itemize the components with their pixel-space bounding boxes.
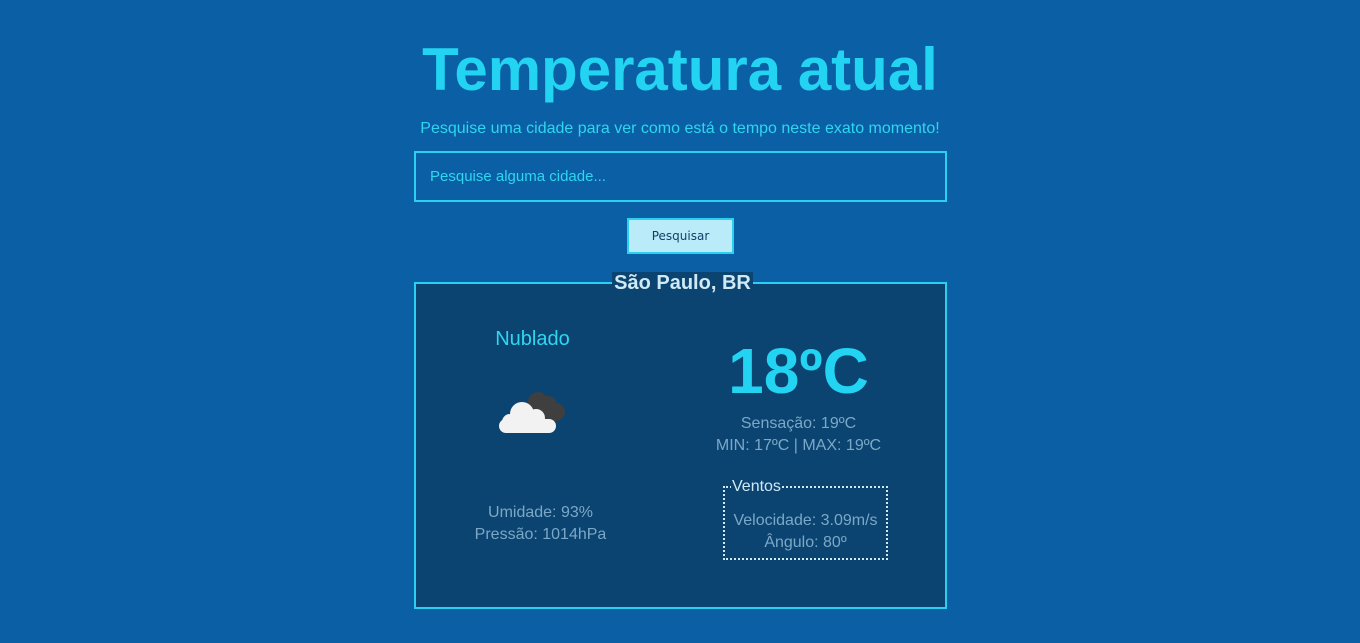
pressure-value: Pressão: 1014hPa	[474, 526, 607, 543]
search-input[interactable]	[414, 151, 947, 202]
winds-details: Velocidade: 3.09m/s Ângulo: 80º	[725, 510, 886, 554]
humidity-pressure-block: Umidade: 93% Pressão: 1014hPa	[416, 502, 665, 546]
cloudy-icon	[499, 392, 565, 433]
weather-card: São Paulo, BR Nublado Umidade: 93% Press…	[414, 272, 947, 609]
weather-condition: Nublado	[495, 328, 570, 350]
humidity-value: Umidade: 93%	[488, 504, 593, 521]
city-name: São Paulo, BR	[612, 272, 753, 294]
winds-legend: Ventos	[731, 478, 782, 496]
wind-angle-value: Ângulo: 80º	[764, 534, 847, 551]
city-legend: São Paulo, BR	[416, 272, 949, 294]
page-title: Temperatura atual	[422, 36, 938, 103]
min-max-value: MIN: 17ºC | MAX: 19ºC	[715, 437, 882, 454]
page: Temperatura atual Pesquise uma cidade pa…	[0, 0, 1360, 643]
wind-speed-value: Velocidade: 3.09m/s	[733, 512, 878, 529]
winds-box: Ventos Velocidade: 3.09m/s Ângulo: 80º	[723, 478, 888, 560]
temperature-details: Sensação: 19ºC MIN: 17ºC | MAX: 19ºC	[696, 413, 901, 457]
temperature-value: 18ºC	[728, 335, 869, 407]
page-subtitle: Pesquise uma cidade para ver como está o…	[420, 120, 940, 137]
feels-like-value: Sensação: 19ºC	[740, 415, 857, 432]
search-button[interactable]: Pesquisar	[627, 218, 734, 254]
